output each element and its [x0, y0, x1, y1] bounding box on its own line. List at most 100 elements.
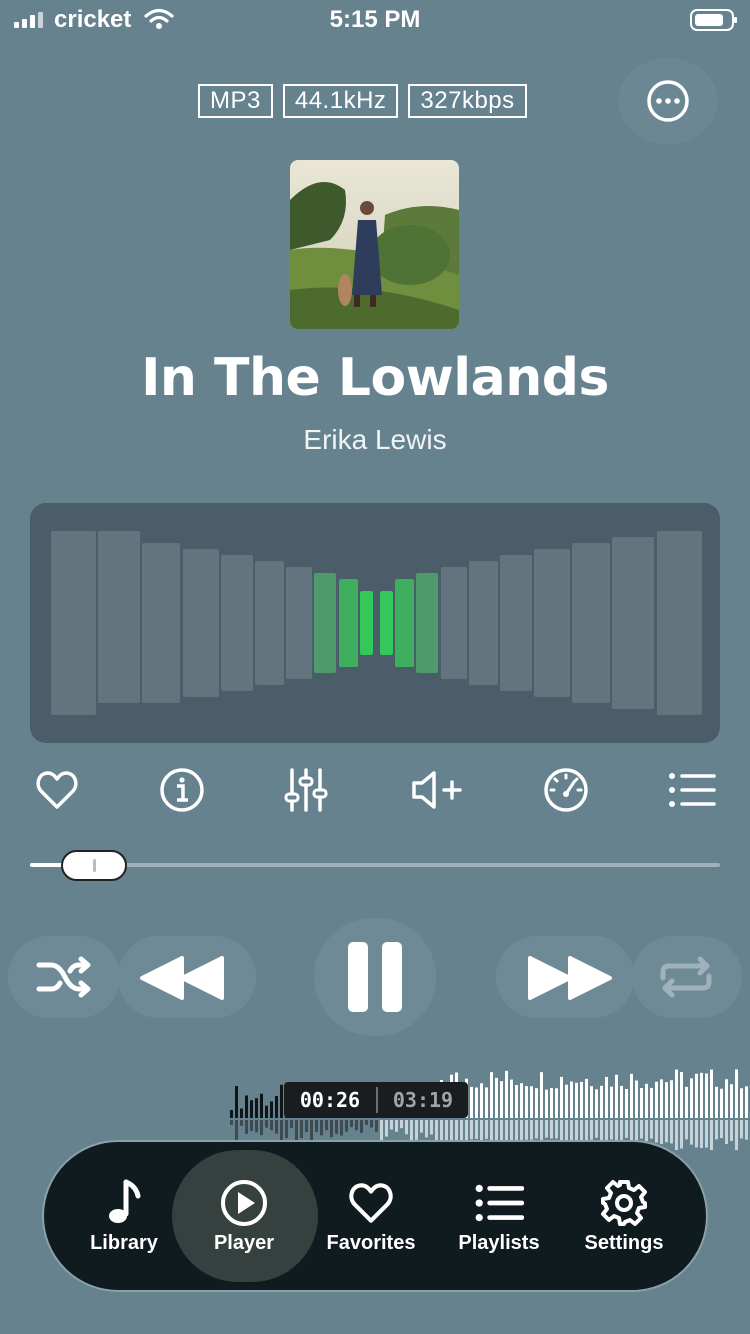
waveform-reflection-bar	[680, 1120, 683, 1149]
equalizer-icon[interactable]	[282, 766, 330, 814]
waveform-reflection-bar	[230, 1120, 233, 1125]
tab-label: Player	[213, 1231, 275, 1254]
waveform-reflection-bar	[380, 1120, 383, 1141]
visualizer-bar	[221, 555, 253, 691]
spectrum-visualizer	[30, 503, 720, 743]
repeat-button[interactable]	[632, 936, 742, 1018]
shuffle-button[interactable]	[8, 936, 120, 1018]
seek-slider[interactable]	[30, 863, 720, 867]
waveform-reflection-bar	[290, 1120, 293, 1128]
rewind-button[interactable]	[118, 936, 256, 1018]
waveform-bar	[520, 1083, 523, 1118]
waveform-reflection-bar	[275, 1120, 278, 1134]
waveform-reflection-bar	[550, 1120, 553, 1139]
repeat-icon	[660, 956, 712, 998]
status-time: 5:15 PM	[329, 6, 421, 33]
waveform-reflection-bar	[715, 1120, 718, 1140]
tab-player[interactable]: Player	[194, 1150, 294, 1282]
waveform-reflection-bar	[625, 1120, 628, 1138]
waveform-bar	[590, 1086, 593, 1118]
waveform-reflection-bar	[255, 1120, 258, 1133]
waveform-reflection-bar	[690, 1120, 693, 1145]
waveform-bar	[700, 1072, 703, 1118]
waveform-bar	[580, 1081, 583, 1118]
waveform-reflection-bar	[400, 1120, 403, 1129]
waveform-reflection-bar	[705, 1120, 708, 1148]
heart-icon[interactable]	[33, 766, 81, 814]
waveform-reflection-bar	[315, 1120, 318, 1132]
visualizer-bar	[534, 549, 570, 697]
status-bar: cricket 5:15 PM	[0, 0, 750, 40]
waveform-bar	[655, 1081, 658, 1118]
more-options-button[interactable]	[618, 58, 718, 144]
volume-boost-icon[interactable]	[410, 766, 466, 814]
waveform-bar	[235, 1086, 238, 1118]
waveform-reflection-bar	[445, 1120, 448, 1141]
waveform-reflection-bar	[285, 1120, 288, 1139]
waveform-bar	[475, 1087, 478, 1118]
waveform-reflection-bar	[470, 1120, 473, 1140]
tab-library[interactable]: Library	[74, 1150, 174, 1282]
speed-icon[interactable]	[542, 766, 590, 814]
waveform-reflection-bar	[300, 1120, 303, 1139]
tab-favorites[interactable]: Favorites	[321, 1150, 421, 1282]
waveform-reflection-bar	[645, 1120, 648, 1142]
visualizer-bar	[183, 549, 219, 697]
waveform-reflection-bar	[535, 1120, 538, 1139]
tab-playlists[interactable]: Playlists	[449, 1150, 549, 1282]
waveform-bar	[600, 1085, 603, 1118]
waveform-reflection-bar	[265, 1120, 268, 1128]
visualizer-bar	[572, 543, 610, 703]
visualizer-bar	[469, 561, 498, 685]
visualizer-bar	[500, 555, 532, 691]
waveform-bar	[545, 1089, 548, 1118]
tab-settings[interactable]: Settings	[574, 1150, 674, 1282]
fast-forward-button[interactable]	[496, 936, 634, 1018]
waveform-bar	[630, 1073, 633, 1118]
waveform-bar	[675, 1069, 678, 1118]
queue-list-icon[interactable]	[668, 766, 716, 814]
waveform-reflection-bar	[575, 1120, 578, 1142]
waveform-reflection-bar	[545, 1120, 548, 1138]
visualizer-bar	[657, 531, 702, 715]
waveform-reflection-bar	[375, 1120, 378, 1132]
waveform-bar	[645, 1083, 648, 1118]
track-artist: Erika Lewis	[303, 424, 447, 455]
waveform-reflection-bar	[735, 1120, 738, 1151]
waveform-reflection-bar	[740, 1120, 743, 1139]
waveform-reflection-bar	[655, 1120, 658, 1143]
waveform-bar	[605, 1076, 608, 1118]
waveform-bar	[670, 1080, 673, 1118]
tab-label: Library	[90, 1231, 158, 1254]
waveform-reflection-bar	[305, 1120, 308, 1133]
waveform-bar	[715, 1086, 718, 1118]
audio-format-info: MP3 44.1kHz 327kbps	[198, 84, 527, 118]
waveform-reflection-bar	[660, 1120, 663, 1144]
rewind-icon	[140, 956, 224, 1000]
gear-icon	[601, 1179, 647, 1226]
visualizer-bar	[255, 561, 284, 685]
waveform-reflection-bar	[695, 1120, 698, 1148]
pause-button[interactable]	[314, 918, 436, 1036]
info-icon[interactable]	[158, 766, 206, 814]
album-artwork[interactable]	[290, 160, 459, 329]
waveform-bar	[625, 1089, 628, 1118]
codec-badge: MP3	[198, 84, 273, 118]
waveform-reflection-bar	[320, 1120, 323, 1136]
waveform-reflection-bar	[675, 1120, 678, 1151]
waveform-bar	[270, 1101, 273, 1118]
waveform-reflection-bar	[365, 1120, 368, 1125]
ellipsis-circle-icon	[647, 80, 689, 122]
waveform-reflection-bar	[475, 1120, 478, 1139]
waveform-reflection-bar	[425, 1120, 428, 1138]
seek-slider-thumb[interactable]	[61, 850, 127, 881]
waveform-bar	[515, 1085, 518, 1118]
waveform-reflection-bar	[350, 1120, 353, 1128]
waveform-bar	[510, 1079, 513, 1118]
waveform-reflection-bar	[725, 1120, 728, 1145]
elapsed-time: 00:26	[299, 1088, 361, 1112]
waveform-reflection-bar	[280, 1120, 283, 1141]
visualizer-bar	[142, 543, 180, 703]
waveform-bar	[725, 1079, 728, 1118]
waveform-reflection-bar	[745, 1120, 748, 1140]
